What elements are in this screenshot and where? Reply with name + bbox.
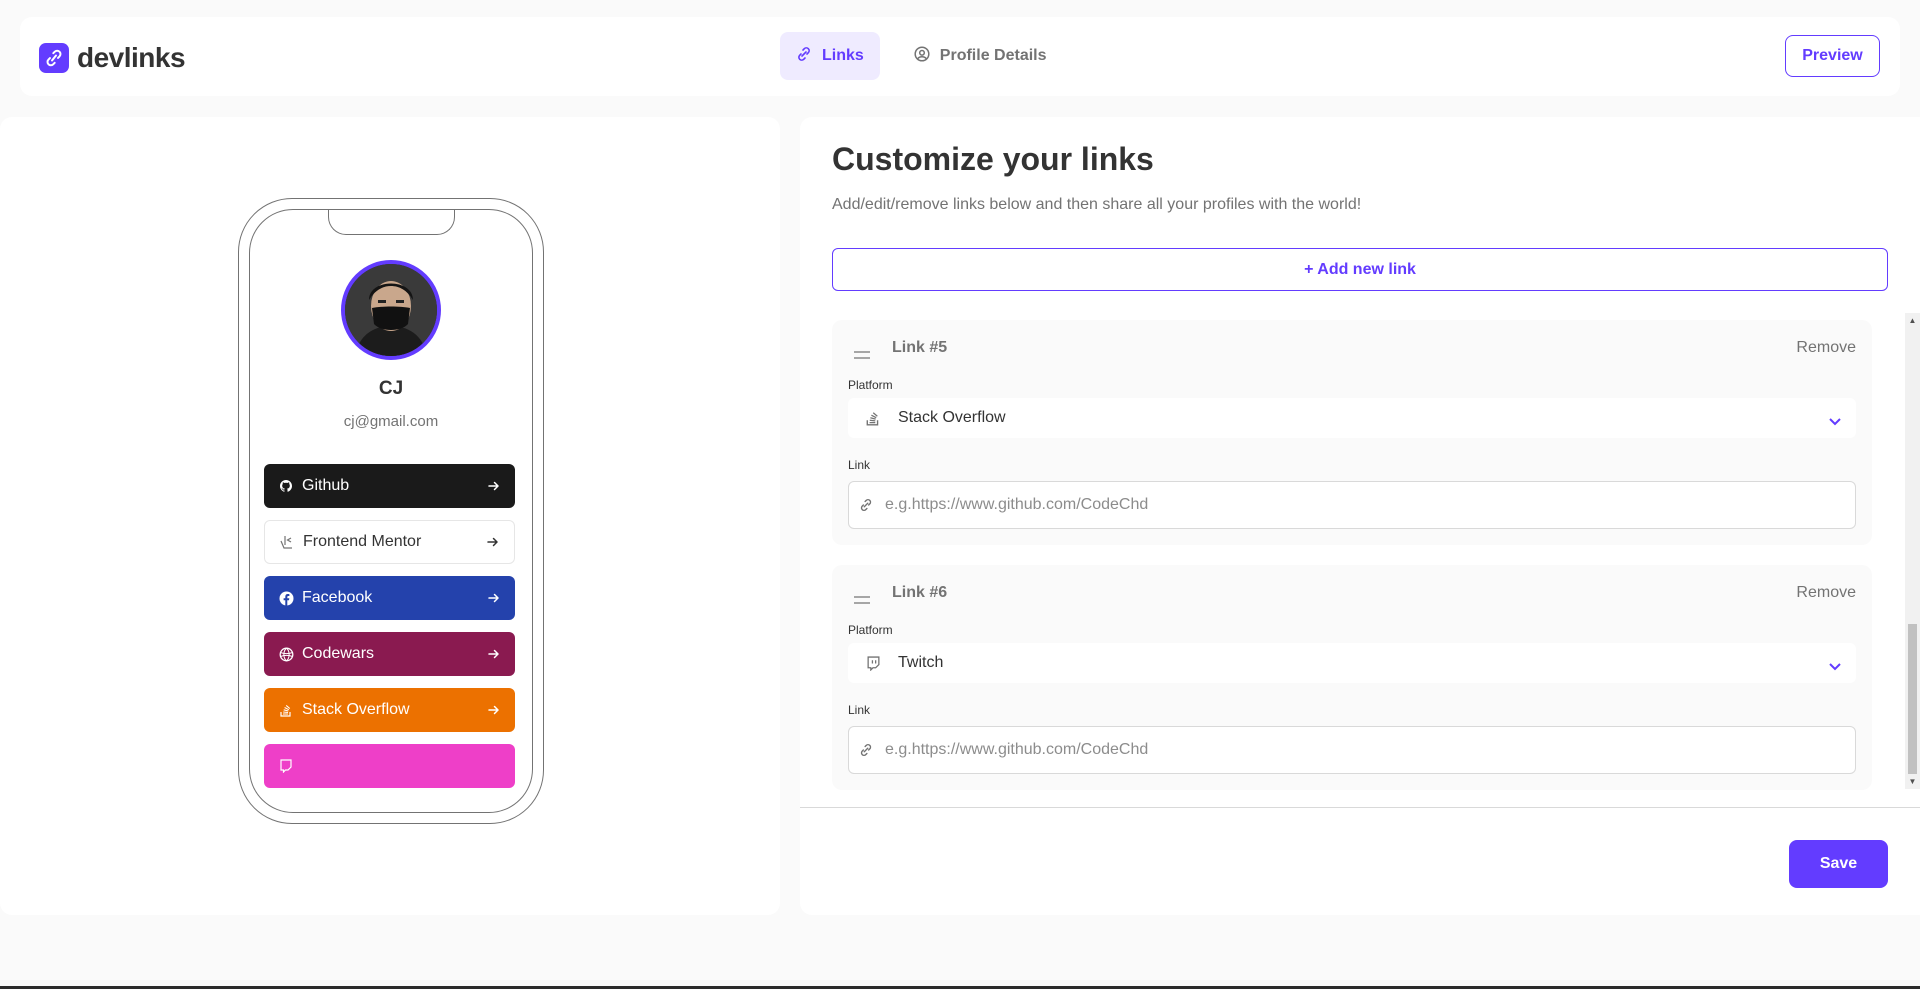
phone-notch bbox=[328, 210, 455, 235]
drag-handle-icon[interactable] bbox=[854, 346, 870, 359]
preview-link-label: Facebook bbox=[302, 589, 373, 606]
arrow-right-icon bbox=[486, 535, 500, 549]
platform-select-value: Twitch bbox=[898, 654, 944, 671]
remove-link-button[interactable]: Remove bbox=[1796, 584, 1856, 602]
page-subtitle: Add/edit/remove links below and then sha… bbox=[832, 196, 1362, 213]
tab-profile-details[interactable]: Profile Details bbox=[898, 32, 1063, 80]
profile-name: CJ bbox=[378, 378, 404, 399]
link-url-field bbox=[848, 481, 1856, 529]
platform-label: Platform bbox=[848, 623, 893, 637]
drag-handle-icon[interactable] bbox=[854, 591, 870, 604]
main-tabs: Links Profile Details bbox=[780, 32, 1063, 80]
link-url-input[interactable] bbox=[885, 727, 1855, 773]
preview-link-label: Github bbox=[302, 477, 350, 494]
preview-button[interactable]: Preview bbox=[1785, 35, 1880, 77]
platform-select-value: Stack Overflow bbox=[898, 409, 1006, 426]
link-icon bbox=[796, 46, 812, 67]
stackoverflow-icon bbox=[864, 409, 882, 427]
links-editor-panel: Customize your links Add/edit/remove lin… bbox=[800, 117, 1920, 915]
page-title: Customize your links bbox=[832, 141, 1154, 177]
preview-link-codewars[interactable]: Codewars bbox=[264, 632, 515, 676]
platform-select[interactable]: Twitch bbox=[848, 643, 1856, 683]
phone-mockup: CJ cj@gmail.com Github Frontend Mentor F… bbox=[238, 198, 544, 824]
chevron-down-icon bbox=[1828, 658, 1842, 671]
twitch-icon bbox=[278, 758, 294, 774]
footer-divider bbox=[800, 807, 1920, 808]
link-label: Link bbox=[848, 458, 871, 472]
tab-profile-details-label: Profile Details bbox=[939, 47, 1047, 64]
scroll-down-arrow-icon[interactable]: ▼ bbox=[1905, 774, 1920, 789]
arrow-right-icon bbox=[487, 647, 501, 661]
link-url-field bbox=[848, 726, 1856, 774]
platform-label: Platform bbox=[848, 378, 893, 392]
link-card: Link #5 Remove Platform Stack Overflow L… bbox=[832, 320, 1872, 545]
preview-link-github[interactable]: Github bbox=[264, 464, 515, 508]
phone-screen: CJ cj@gmail.com Github Frontend Mentor F… bbox=[249, 209, 533, 813]
preview-link-stack-overflow[interactable]: Stack Overflow bbox=[264, 688, 515, 732]
link-card: Link #6 Remove Platform Twitch Link bbox=[832, 565, 1872, 790]
preview-link-twitch[interactable] bbox=[264, 744, 515, 788]
top-navbar: devlinks Links Profile Details Preview bbox=[20, 17, 1900, 96]
link-icon bbox=[859, 498, 873, 512]
chevron-down-icon bbox=[1828, 413, 1842, 426]
platform-select[interactable]: Stack Overflow bbox=[848, 398, 1856, 438]
logo-link-icon bbox=[39, 43, 69, 73]
link-card-title: Link #6 bbox=[892, 584, 948, 601]
scroll-up-arrow-icon[interactable]: ▲ bbox=[1905, 313, 1920, 328]
link-url-input[interactable] bbox=[885, 482, 1855, 528]
preview-link-facebook[interactable]: Facebook bbox=[264, 576, 515, 620]
link-card-title: Link #5 bbox=[892, 339, 948, 356]
profile-email: cj@gmail.com bbox=[343, 413, 439, 430]
preview-link-label: Stack Overflow bbox=[302, 701, 410, 718]
scrollbar-thumb[interactable] bbox=[1908, 624, 1917, 774]
facebook-icon bbox=[278, 590, 294, 606]
link-icon bbox=[859, 743, 873, 757]
tab-links-label: Links bbox=[822, 47, 864, 64]
github-icon bbox=[278, 478, 294, 494]
avatar bbox=[341, 260, 441, 360]
preview-link-label: Codewars bbox=[302, 645, 375, 662]
logo-text: devlinks bbox=[77, 42, 186, 73]
stackoverflow-icon bbox=[278, 702, 294, 718]
user-circle-icon bbox=[914, 45, 930, 67]
add-new-link-button[interactable]: + Add new link bbox=[832, 248, 1888, 291]
arrow-right-icon bbox=[487, 479, 501, 493]
link-label: Link bbox=[848, 703, 871, 717]
links-scrollbar[interactable]: ▲ ▼ bbox=[1905, 313, 1920, 789]
remove-link-button[interactable]: Remove bbox=[1796, 339, 1856, 357]
arrow-right-icon bbox=[487, 703, 501, 717]
codewars-icon bbox=[278, 646, 294, 662]
arrow-right-icon bbox=[487, 591, 501, 605]
preview-link-frontend-mentor[interactable]: Frontend Mentor bbox=[264, 520, 515, 564]
twitch-icon bbox=[864, 654, 882, 672]
preview-link-label: Frontend Mentor bbox=[303, 533, 422, 550]
frontend-mentor-icon bbox=[279, 534, 295, 550]
logo[interactable]: devlinks bbox=[39, 42, 186, 74]
save-button[interactable]: Save bbox=[1789, 840, 1888, 888]
phone-preview-panel: CJ cj@gmail.com Github Frontend Mentor F… bbox=[0, 117, 780, 915]
tab-links[interactable]: Links bbox=[780, 32, 880, 80]
